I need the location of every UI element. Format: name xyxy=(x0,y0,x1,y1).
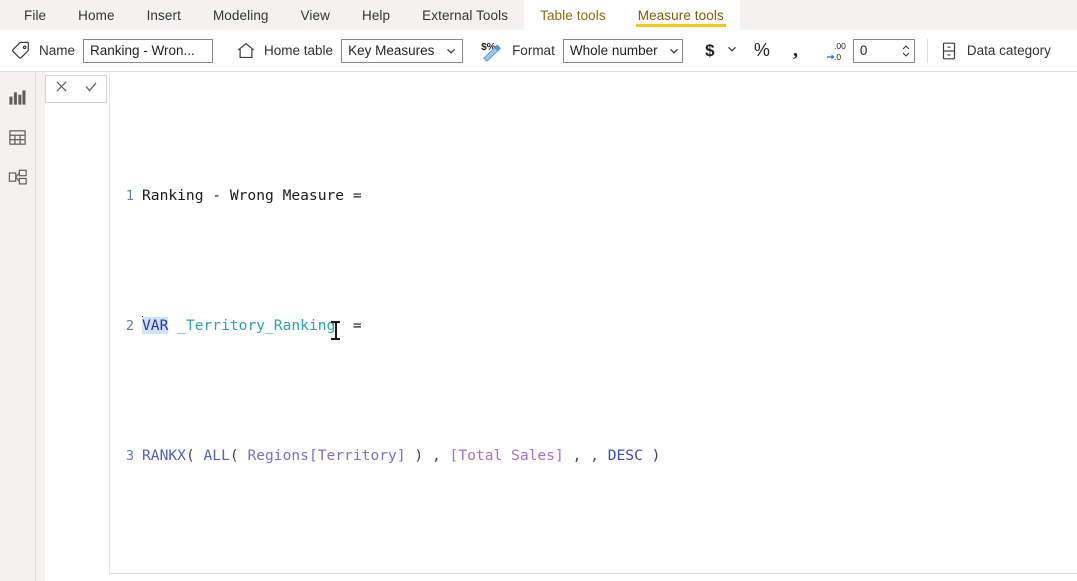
tab-external-tools[interactable]: External Tools xyxy=(406,0,524,30)
chevron-up-icon xyxy=(902,44,910,49)
currency-dropdown-button[interactable] xyxy=(723,38,741,64)
line-number: 3 xyxy=(125,448,134,464)
dax-code-area[interactable]: 1 Ranking - Wrong Measure = 2 VAR _Terri… xyxy=(109,74,1077,574)
decimal-places-icon: .00 .0 xyxy=(826,41,846,62)
data-category-label: Data category xyxy=(966,43,1051,58)
tab-table-tools[interactable]: Table tools xyxy=(524,0,622,30)
line-number: 4 xyxy=(110,573,142,574)
measure-tools-toolbar: Name Ranking - Wron... Home table Key Me… xyxy=(0,30,1077,72)
toolbar-divider xyxy=(926,38,928,63)
tab-insert-label: Insert xyxy=(146,7,181,23)
stepper-arrows[interactable] xyxy=(901,44,911,58)
tab-view-label: View xyxy=(300,7,330,23)
format-select[interactable]: Whole number xyxy=(562,38,683,63)
tab-insert[interactable]: Insert xyxy=(131,0,197,30)
bar-chart-icon xyxy=(8,88,27,112)
table-grid-icon xyxy=(8,128,27,152)
chevron-down-icon xyxy=(445,45,457,57)
measure-name-value: Ranking - Wron... xyxy=(90,43,195,58)
name-group: Name Ranking - Wron... xyxy=(10,30,214,71)
tab-help[interactable]: Help xyxy=(346,0,406,30)
tab-measure-tools[interactable]: Measure tools xyxy=(621,0,740,30)
svg-text:,: , xyxy=(793,41,798,61)
format-group: $% Format Whole number xyxy=(481,30,683,71)
tab-external-tools-label: External Tools xyxy=(422,7,509,23)
code-line: 3 RANKX( ALL( Regions[Territory] ) , [To… xyxy=(110,443,1077,469)
ribbon-tab-strip: File Home Insert Modeling View Help Exte… xyxy=(0,0,1077,30)
home-table-select[interactable]: Key Measures xyxy=(341,38,464,63)
data-category-group[interactable]: Data category xyxy=(938,30,1059,71)
code-line: 2 VAR _Territory_Ranking = xyxy=(110,313,1077,340)
code-line: 4 xyxy=(110,573,1077,574)
format-value: Whole number xyxy=(569,43,658,58)
sidebar-item-model-view[interactable] xyxy=(2,162,34,198)
tab-modeling[interactable]: Modeling xyxy=(197,0,285,30)
line-number: 2 xyxy=(125,318,134,334)
cancel-formula-button[interactable] xyxy=(48,77,74,101)
data-category-icon xyxy=(938,40,960,62)
power-bi-window: File Home Insert Modeling View Help Exte… xyxy=(0,0,1077,581)
tab-view[interactable]: View xyxy=(285,0,346,30)
tab-home[interactable]: Home xyxy=(62,0,130,30)
line-content: RANKX( ALL( Regions[Territory] ) , [Tota… xyxy=(142,447,661,464)
sidebar-item-data-view[interactable] xyxy=(2,122,34,158)
svg-text:.0: .0 xyxy=(834,52,841,62)
format-icon: $% xyxy=(481,40,505,62)
home-table-label: Home table xyxy=(264,43,334,58)
tab-home-label: Home xyxy=(78,7,115,23)
dax-code-lines: 1 Ranking - Wrong Measure = 2 VAR _Terri… xyxy=(110,74,1077,574)
percent-button[interactable]: % xyxy=(749,38,775,64)
line-content: VAR _Territory_Ranking = xyxy=(142,313,362,340)
home-table-value: Key Measures xyxy=(348,43,435,58)
comma-icon: , xyxy=(793,41,798,61)
formula-confirm-bar xyxy=(45,75,107,103)
chevron-down-icon xyxy=(668,45,680,57)
home-icon xyxy=(235,40,257,62)
currency-label: $ xyxy=(705,40,715,60)
close-icon xyxy=(54,79,69,99)
svg-text:.00: .00 xyxy=(834,41,846,51)
tag-icon xyxy=(10,40,32,62)
formula-editor: 1 Ranking - Wrong Measure = 2 VAR _Terri… xyxy=(45,72,1077,581)
decimal-places-value: 0 xyxy=(859,43,868,58)
home-table-group: Home table Key Measures xyxy=(235,30,464,71)
decrease-decimals-button[interactable]: .00 .0 xyxy=(823,38,853,64)
line-number: 1 xyxy=(125,188,134,204)
tab-modeling-label: Modeling xyxy=(212,7,269,23)
percent-label: % xyxy=(753,40,770,60)
tab-file[interactable]: File xyxy=(8,0,62,30)
tab-measure-tools-label: Measure tools xyxy=(637,7,724,23)
tab-table-tools-label: Table tools xyxy=(540,7,606,23)
decimal-places-stepper[interactable]: 0 xyxy=(852,38,915,63)
line-content: Ranking - Wrong Measure = xyxy=(142,187,362,204)
tab-help-label: Help xyxy=(361,7,391,23)
chevron-down-icon xyxy=(726,42,738,60)
code-line: 1 Ranking - Wrong Measure = xyxy=(110,183,1077,209)
model-icon xyxy=(8,168,28,193)
chevron-down-icon xyxy=(902,52,910,57)
format-label: Format xyxy=(512,43,555,58)
measure-name-input[interactable]: Ranking - Wron... xyxy=(83,38,214,63)
name-label: Name xyxy=(39,43,76,58)
commit-formula-button[interactable] xyxy=(78,77,104,101)
thousands-separator-button[interactable]: , xyxy=(785,38,811,64)
currency-button[interactable]: $ xyxy=(697,38,723,64)
check-icon xyxy=(83,79,99,100)
sidebar-item-report-view[interactable] xyxy=(2,82,34,118)
number-format-group: $ % , .00 .0 0 xyxy=(697,30,915,71)
view-switcher-rail xyxy=(0,72,36,581)
tab-file-label: File xyxy=(24,7,47,23)
